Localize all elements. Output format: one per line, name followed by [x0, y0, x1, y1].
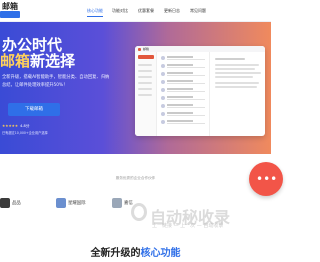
nav-item-pricing[interactable]: 优惠套餐 [138, 8, 154, 14]
mail-logo-icon[interactable]: 邮箱 [0, 0, 20, 22]
download-button[interactable]: 下载邮箱 [8, 103, 60, 116]
rating: ★★★★★ 4.8分 [2, 124, 29, 129]
mockup-read-line [215, 82, 259, 84]
mockup-mail-list [158, 52, 210, 136]
partner-name: 嘉信 [124, 201, 133, 206]
features-title-highlight: 核心功能 [140, 248, 181, 259]
chat-bubble-icon: ••• [256, 172, 278, 186]
mockup-read-line [215, 64, 259, 66]
mockup-read-line [215, 68, 255, 70]
hero-title-rest: 新选择 [30, 52, 76, 70]
mockup-mail-row [161, 80, 207, 86]
hero-description: 全新升级，搭载AI智能助手，智能分类、自动回复、归纳总结，让邮件处理效率提升50… [2, 75, 110, 88]
mockup-sidebar [135, 52, 157, 136]
mockup-mail-row [161, 88, 207, 94]
mockup-read-line [215, 72, 261, 74]
mockup-sidebar-line [138, 64, 152, 66]
rating-stars-icon: ★★★★★ [2, 124, 19, 128]
mockup-read-line [215, 76, 253, 78]
features-title-prefix: 全新升级的 [90, 248, 141, 259]
nav-item-faq[interactable]: 常见问题 [190, 8, 206, 14]
mockup-mail-row [161, 96, 207, 102]
logo-badge [0, 11, 20, 18]
mockup-sidebar-line [138, 70, 152, 72]
partner-name: 品品 [12, 201, 21, 206]
mockup-mail-row [161, 104, 207, 110]
mockup-reading-pane [211, 52, 265, 136]
partner-name: 星耀国际 [68, 201, 86, 206]
features-title: 全新升级的核心功能 [0, 244, 271, 259]
mockup-logo-icon [138, 47, 141, 51]
hero-subnote: 已有超过10,000+企业用户选择 [2, 131, 48, 135]
hero-title-brand: 邮箱 [0, 52, 31, 70]
mockup-mail-row [161, 72, 207, 78]
partners-label: 服务优秀的企业合作伙伴 [115, 176, 156, 180]
mockup-mail-row [161, 64, 207, 70]
top-nav: 邮箱 核心功能 功能对比 优惠套餐 更新日志 常见问题 [0, 0, 271, 22]
mockup-mail-row [161, 56, 207, 62]
nav-item-compare[interactable]: 功能对比 [112, 8, 128, 14]
rating-score: 4.8分 [20, 124, 30, 128]
partner-icon [112, 198, 122, 208]
mockup-mail-row [161, 120, 207, 126]
mockup-read-line [215, 86, 257, 88]
mockup-sidebar-line [138, 82, 152, 84]
mockup-read-line [215, 58, 245, 60]
hero-title-line2: 邮箱新选择 [0, 50, 75, 71]
partner-icon [0, 198, 10, 208]
nav-item-core-features[interactable]: 核心功能 [87, 8, 103, 17]
mockup-mail-row [161, 112, 207, 118]
partner-icon [56, 198, 66, 208]
mockup-sidebar-line [138, 94, 152, 96]
watermark-logo-icon [131, 203, 147, 221]
mockup-sidebar-line [138, 88, 152, 90]
partner-logo: 星耀国际 [56, 196, 106, 210]
hero-banner: 办公时代 邮箱新选择 全新升级，搭载AI智能助手，智能分类、自动回复、归纳总结，… [0, 22, 271, 154]
app-mockup: 邮箱 [135, 46, 265, 136]
mockup-title: 邮箱 [143, 47, 150, 51]
partner-logo: 品品 [0, 196, 40, 210]
watermark-subtitle: 上一链接 — 上一次 — 自动收录 [152, 223, 224, 229]
chat-button[interactable]: ••• [249, 162, 283, 196]
mockup-compose-button [138, 55, 154, 59]
mockup-sidebar-line [138, 76, 152, 78]
nav-item-changelog[interactable]: 更新日志 [164, 8, 180, 14]
